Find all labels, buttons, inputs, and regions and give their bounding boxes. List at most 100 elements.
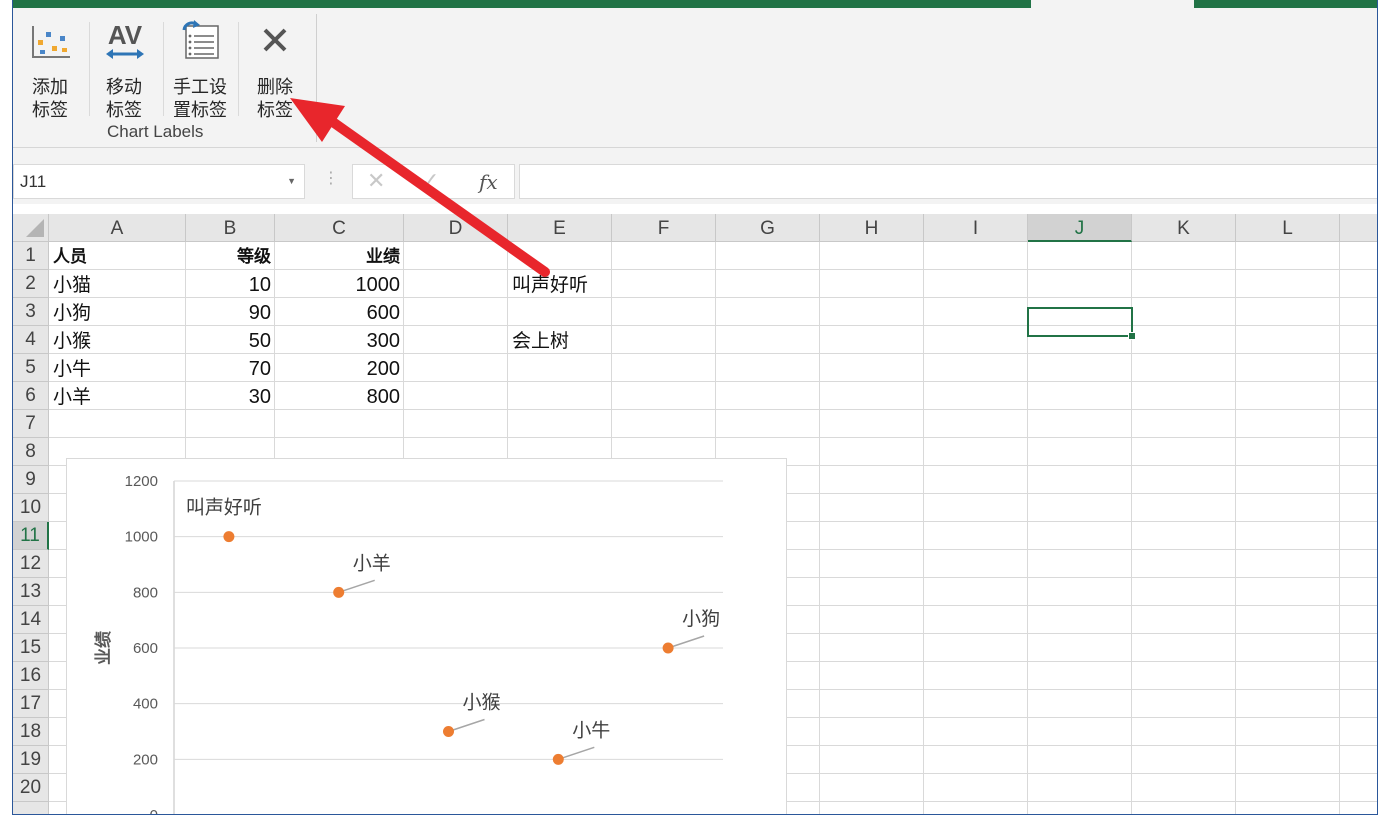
add-labels-button[interactable]: 添加 标签 xyxy=(16,16,84,121)
data-label: 小羊 xyxy=(353,552,391,574)
scatter-chart[interactable]: 0 200 400 600 800 1000 1200 业绩 叫声好听 小羊 小猴 小牛 小狗 xyxy=(66,458,787,815)
column-header-d[interactable]: D xyxy=(404,214,508,242)
row-header-20[interactable]: 20 xyxy=(13,774,49,802)
data-point xyxy=(223,531,235,543)
cell-b2[interactable]: 10 xyxy=(189,270,271,298)
cell-a2[interactable]: 小猫 xyxy=(53,270,183,298)
label-leader-line xyxy=(558,746,595,761)
data-label: 小猴 xyxy=(463,692,501,714)
column-header-e[interactable]: E xyxy=(508,214,612,242)
row-header-5[interactable]: 5 xyxy=(13,354,49,382)
y-tick-label: 1000 xyxy=(125,529,158,546)
row-header-1[interactable]: 1 xyxy=(13,242,49,270)
move-labels-label: 移动 标签 xyxy=(106,77,142,121)
y-tick-label: 800 xyxy=(133,584,158,601)
confirm-icon[interactable]: ✓ xyxy=(421,169,439,195)
row-header-14[interactable]: 14 xyxy=(13,606,49,634)
cell-b4[interactable]: 50 xyxy=(189,326,271,354)
y-tick-label: 400 xyxy=(133,696,158,713)
column-header-g[interactable]: G xyxy=(716,214,820,242)
manual-labels-icon xyxy=(182,20,219,59)
column-header-l[interactable]: L xyxy=(1236,214,1340,242)
cell-c3[interactable]: 600 xyxy=(278,298,400,326)
label-leader-line xyxy=(338,579,375,594)
row-header-12[interactable]: 12 xyxy=(13,550,49,578)
data-label: 叫声好听 xyxy=(186,497,262,519)
cell-a5[interactable]: 小牛 xyxy=(53,354,183,382)
cell-b3[interactable]: 90 xyxy=(189,298,271,326)
cell-b5[interactable]: 70 xyxy=(189,354,271,382)
chart-plot: 0 200 400 600 800 1000 1200 业绩 叫声好听小羊小猴小牛 小狗 xyxy=(93,473,723,815)
data-label: 小狗 xyxy=(682,608,720,630)
row-header-17[interactable]: 17 xyxy=(13,690,49,718)
cell-c6[interactable]: 800 xyxy=(278,382,400,410)
cell-a6[interactable]: 小羊 xyxy=(53,382,183,410)
column-header-i[interactable]: I xyxy=(924,214,1028,242)
add-labels-icon xyxy=(32,26,70,58)
title-bar xyxy=(13,0,1377,8)
manual-labels-button[interactable]: 手工设 置标签 xyxy=(166,16,234,121)
delete-labels-icon xyxy=(263,28,287,52)
move-labels-button[interactable]: AV 移动 标签 xyxy=(90,16,158,121)
row-header-6[interactable]: 6 xyxy=(13,382,49,410)
label-leader-line xyxy=(448,718,485,733)
row-header-2[interactable]: 2 xyxy=(13,270,49,298)
row-header-8[interactable]: 8 xyxy=(13,438,49,466)
cell-b6[interactable]: 30 xyxy=(189,382,271,410)
cell-c4[interactable]: 300 xyxy=(278,326,400,354)
formula-input[interactable] xyxy=(519,164,1377,199)
label-leader-line xyxy=(667,635,705,649)
row-header-10[interactable]: 10 xyxy=(13,494,49,522)
select-all-button[interactable] xyxy=(13,214,49,242)
cell-c1[interactable]: 业绩 xyxy=(278,242,400,270)
data-point xyxy=(333,586,345,598)
cell-a4[interactable]: 小猴 xyxy=(53,326,183,354)
delete-labels-label: 删除 标签 xyxy=(257,77,293,121)
row-header-3[interactable]: 3 xyxy=(13,298,49,326)
column-header-a[interactable]: A xyxy=(49,214,186,242)
excel-window: 添加 标签 AV 移动 标签 手工设 置标签 删除 标签 Chart Label… xyxy=(12,0,1378,815)
cell-c5[interactable]: 200 xyxy=(278,354,400,382)
y-tick-label: 600 xyxy=(133,640,158,657)
data-point xyxy=(552,753,564,765)
cell-b1[interactable]: 等级 xyxy=(189,242,271,270)
cell-a3[interactable]: 小狗 xyxy=(53,298,183,326)
row-header-4[interactable]: 4 xyxy=(13,326,49,354)
y-axis-title: 业绩 xyxy=(93,631,114,665)
manual-labels-label: 手工设 置标签 xyxy=(173,77,227,121)
row-header-13[interactable]: 13 xyxy=(13,578,49,606)
fx-icon[interactable]: fx xyxy=(479,169,498,195)
column-header-j[interactable]: J xyxy=(1028,214,1132,242)
row-header-7[interactable]: 7 xyxy=(13,410,49,438)
row-header-18[interactable]: 18 xyxy=(13,718,49,746)
y-tick-label: 0 xyxy=(150,807,158,815)
name-box[interactable]: J11 ▼ xyxy=(13,164,305,199)
delete-labels-button[interactable]: 删除 标签 xyxy=(241,16,309,121)
more-icon[interactable]: ⋮ xyxy=(323,170,339,186)
cell-a1[interactable]: 人员 xyxy=(53,242,183,270)
row-header-11[interactable]: 11 xyxy=(13,522,49,550)
formula-buttons: ✕ ✓ fx xyxy=(352,164,515,199)
column-header-h[interactable]: H xyxy=(820,214,924,242)
cell-e4[interactable]: 会上树 xyxy=(512,326,612,354)
ribbon: 添加 标签 AV 移动 标签 手工设 置标签 删除 标签 Chart Label… xyxy=(13,8,1377,148)
move-labels-icon: AV xyxy=(106,20,144,59)
active-cell-selection[interactable] xyxy=(1027,307,1136,340)
svg-text:AV: AV xyxy=(108,20,143,50)
column-header-c[interactable]: C xyxy=(275,214,404,242)
row-header-19[interactable]: 19 xyxy=(13,746,49,774)
data-point xyxy=(662,642,674,654)
formula-bar: J11 ▼ ⋮ ✕ ✓ fx xyxy=(13,148,1377,204)
row-header-9[interactable]: 9 xyxy=(13,466,49,494)
cancel-icon[interactable]: ✕ xyxy=(367,169,385,195)
row-header-16[interactable]: 16 xyxy=(13,662,49,690)
column-header-f[interactable]: F xyxy=(612,214,716,242)
data-label: 小牛 xyxy=(572,719,610,741)
row-header-15[interactable]: 15 xyxy=(13,634,49,662)
cell-c2[interactable]: 1000 xyxy=(278,270,401,298)
column-header-b[interactable]: B xyxy=(186,214,275,242)
cell-e2[interactable]: 叫声好听 xyxy=(512,270,612,298)
chevron-down-icon[interactable]: ▼ xyxy=(287,165,296,198)
y-tick-label: 1200 xyxy=(125,473,158,490)
column-header-k[interactable]: K xyxy=(1132,214,1236,242)
